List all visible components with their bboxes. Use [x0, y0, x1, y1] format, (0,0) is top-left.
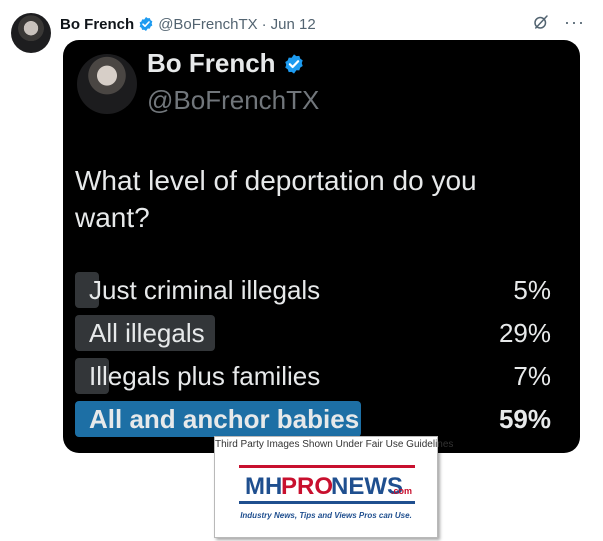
poll-option: All illegals 29% — [75, 313, 559, 351]
mhpronews-logo: MH PRO NEWS .com — [239, 465, 415, 504]
poll-option: Just criminal illegals 5% — [75, 270, 559, 308]
logo-pro: PRO — [281, 473, 333, 500]
poll-question: What level of deportation do you want? — [75, 165, 477, 233]
more-icon[interactable]: ··· — [564, 13, 585, 31]
poll-option-label: All and anchor babies — [89, 404, 360, 434]
logo-com: .com — [391, 486, 412, 496]
poll-option-label: Illegals plus families — [89, 361, 321, 391]
poll-option-percent: 5% — [513, 275, 551, 305]
author-name[interactable]: Bo French — [60, 16, 134, 33]
poll-results: Just criminal illegals 5% All illegals 29% I… — [75, 270, 559, 442]
tweet-actions: ··· — [532, 13, 585, 31]
tweet-header: Bo French @BoFrenchTX · Jun 12 — [60, 13, 316, 35]
poll-option: All and anchor babies 59% — [75, 399, 559, 437]
poll-option-percent: 7% — [513, 361, 551, 391]
poll-option-percent: 59% — [498, 404, 551, 434]
card-author-name: Bo French — [147, 48, 276, 78]
card-author-name-row: Bo French — [147, 48, 305, 79]
header-separator: · — [261, 15, 267, 33]
logo-mh: MH — [245, 473, 282, 500]
watermark-tagline: Industry News, Tips and Views Pros can U… — [240, 511, 412, 520]
card-author-handle: @BoFrenchTX — [147, 85, 320, 115]
watermark-caption: Third Party Images Shown Under Fair Use … — [215, 439, 454, 450]
card-author-avatar — [77, 54, 137, 114]
author-avatar[interactable] — [11, 13, 51, 53]
mhpronews-watermark: Third Party Images Shown Under Fair Use … — [214, 436, 454, 538]
grok-icon[interactable] — [532, 13, 550, 31]
poll-option-percent: 29% — [498, 318, 551, 348]
verified-badge-icon — [139, 17, 153, 31]
poll-option: Illegals plus families 7% — [75, 356, 559, 394]
poll-option-label: All illegals — [89, 318, 205, 348]
author-handle[interactable]: @BoFrenchTX — [158, 16, 257, 33]
verified-badge-icon — [284, 53, 303, 74]
embedded-tweet-image[interactable]: Bo French @BoFrenchTX What level of depo… — [63, 40, 580, 453]
poll-option-label: Just criminal illegals — [89, 275, 321, 305]
tweet-date[interactable]: Jun 12 — [271, 16, 316, 33]
